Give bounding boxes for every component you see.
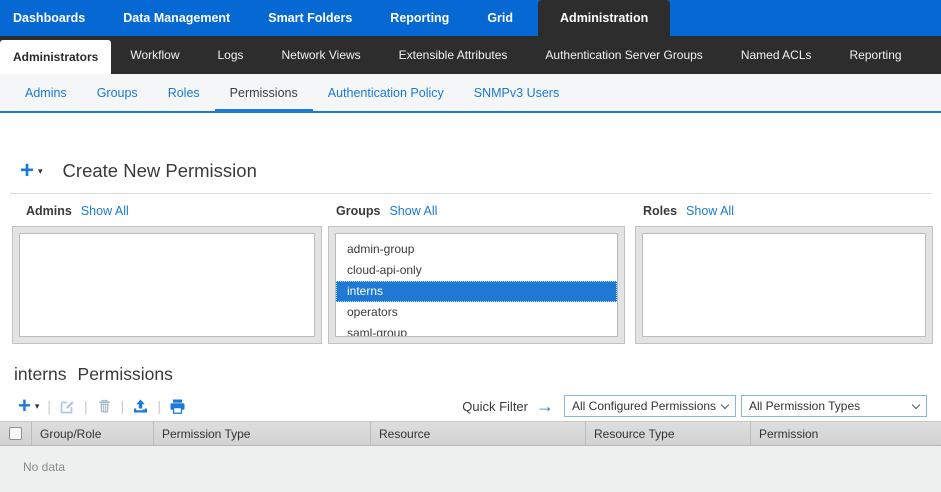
- tab-authentication-server-groups[interactable]: Authentication Server Groups: [526, 36, 721, 74]
- toolbar-separator: |: [47, 398, 51, 414]
- select-all-checkbox[interactable]: [9, 427, 22, 440]
- quick-filter-label: Quick Filter: [462, 399, 528, 414]
- tab-extensible-attributes[interactable]: Extensible Attributes: [380, 36, 527, 74]
- primary-nav: Dashboards Data Management Smart Folders…: [0, 0, 941, 36]
- permission-types-select[interactable]: All Permission Types: [741, 395, 927, 417]
- subtab-permissions[interactable]: Permissions: [215, 74, 313, 111]
- column-header-resource-type[interactable]: Resource Type: [585, 422, 750, 445]
- admins-listbox[interactable]: [19, 233, 315, 337]
- selected-group-name: interns: [14, 364, 67, 385]
- edit-icon[interactable]: [59, 398, 76, 415]
- selector-labels-row: Admins Show All Groups Show All Roles Sh…: [12, 203, 941, 219]
- configured-permissions-select[interactable]: All Configured Permissions: [564, 395, 736, 417]
- secondary-nav: Administrators Workflow Logs Network Vie…: [0, 36, 941, 74]
- arrow-right-icon: →: [536, 396, 554, 417]
- list-item[interactable]: cloud-api-only: [336, 260, 617, 281]
- subtab-groups[interactable]: Groups: [82, 74, 153, 111]
- nav-reporting[interactable]: Reporting: [377, 0, 462, 36]
- permissions-toolbar: + ▾ | | | | Quick Filter →: [18, 394, 927, 418]
- subtab-authentication-policy[interactable]: Authentication Policy: [313, 74, 459, 111]
- select-all-cell: [0, 422, 31, 445]
- print-icon[interactable]: [169, 398, 186, 415]
- roles-listbox[interactable]: [642, 233, 926, 337]
- column-header-permission[interactable]: Permission: [750, 422, 941, 445]
- toolbar-separator: |: [84, 398, 88, 414]
- column-header-resource[interactable]: Resource: [370, 422, 585, 445]
- subtab-admins[interactable]: Admins: [10, 74, 82, 111]
- create-permission-title: Create New Permission: [63, 160, 257, 182]
- admins-show-all-link[interactable]: Show All: [81, 204, 129, 218]
- nav-grid[interactable]: Grid: [474, 0, 526, 36]
- tab-network-views[interactable]: Network Views: [263, 36, 380, 74]
- groups-show-all-link[interactable]: Show All: [389, 204, 437, 218]
- subtab-roles[interactable]: Roles: [153, 74, 215, 111]
- table-header-row: Group/Role Permission Type Resource Reso…: [0, 421, 941, 446]
- permissions-table: Group/Role Permission Type Resource Reso…: [0, 421, 941, 492]
- chevron-down-icon[interactable]: ▾: [35, 401, 40, 412]
- chevron-down-icon[interactable]: ▾: [38, 166, 43, 177]
- chevron-down-icon: [721, 400, 729, 408]
- tab-logs[interactable]: Logs: [198, 36, 262, 74]
- quick-filter-group: Quick Filter → All Configured Permission…: [462, 395, 927, 417]
- section-divider: [10, 193, 931, 194]
- permissions-section-title: interns Permissions: [14, 363, 941, 385]
- selector-listboxes-row: admin-group cloud-api-only interns opera…: [12, 226, 941, 344]
- column-header-group-role[interactable]: Group/Role: [31, 422, 153, 445]
- configured-permissions-value: All Configured Permissions: [572, 399, 716, 413]
- permission-types-value: All Permission Types: [749, 399, 860, 413]
- nav-smart-folders[interactable]: Smart Folders: [255, 0, 365, 36]
- tab-workflow[interactable]: Workflow: [111, 36, 198, 74]
- delete-icon[interactable]: [96, 398, 113, 415]
- groups-frame: admin-group cloud-api-only interns opera…: [328, 226, 625, 344]
- subtab-snmpv3-users[interactable]: SNMPv3 Users: [459, 74, 574, 111]
- add-icon[interactable]: +: [20, 160, 34, 182]
- create-permission-header: + ▾ Create New Permission: [20, 158, 927, 184]
- admins-label: Admins: [26, 204, 72, 218]
- groups-label: Groups: [336, 204, 380, 218]
- toolbar-separator: |: [157, 398, 161, 414]
- groups-listbox[interactable]: admin-group cloud-api-only interns opera…: [335, 233, 618, 337]
- add-permission-icon[interactable]: +: [18, 395, 31, 417]
- nav-dashboards[interactable]: Dashboards: [0, 0, 98, 36]
- list-item[interactable]: saml-group: [336, 323, 617, 337]
- column-header-permission-type[interactable]: Permission Type: [153, 422, 370, 445]
- roles-label: Roles: [643, 204, 677, 218]
- list-item[interactable]: admin-group: [336, 239, 617, 260]
- list-item[interactable]: operators: [336, 302, 617, 323]
- admins-frame: [12, 226, 322, 344]
- table-body: No data: [0, 446, 941, 492]
- nav-data-management[interactable]: Data Management: [110, 0, 243, 36]
- nav-administration[interactable]: Administration: [538, 0, 670, 36]
- roles-show-all-link[interactable]: Show All: [686, 204, 734, 218]
- tab-reporting[interactable]: Reporting: [831, 36, 921, 74]
- tab-administrators[interactable]: Administrators: [0, 40, 111, 74]
- empty-table-message: No data: [0, 446, 941, 474]
- upload-icon[interactable]: [132, 398, 149, 415]
- chevron-down-icon: [912, 400, 920, 408]
- list-item-selected[interactable]: interns: [336, 281, 617, 302]
- permissions-title-label: Permissions: [78, 364, 173, 385]
- roles-frame: [635, 226, 933, 344]
- tab-named-acls[interactable]: Named ACLs: [722, 36, 831, 74]
- toolbar-separator: |: [121, 398, 125, 414]
- sub-tab-bar: Admins Groups Roles Permissions Authenti…: [0, 74, 941, 113]
